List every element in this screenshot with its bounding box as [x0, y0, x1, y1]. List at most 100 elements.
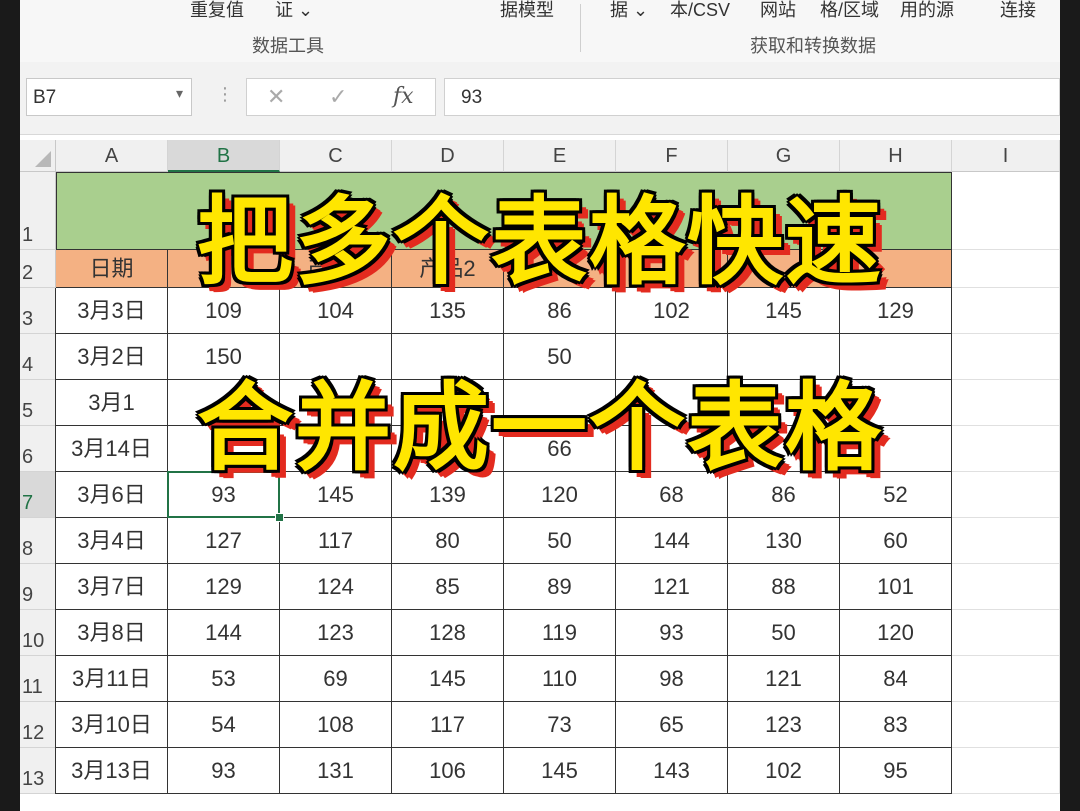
- table-left-border: [55, 748, 56, 794]
- row-header[interactable]: 9: [20, 564, 56, 610]
- row-number: 10: [22, 630, 45, 652]
- table-cell[interactable]: 117: [392, 702, 504, 748]
- row-header[interactable]: 13: [20, 748, 56, 794]
- table-cell[interactable]: 3月11日: [56, 656, 168, 702]
- table-cell[interactable]: 65: [616, 702, 728, 748]
- table-cell[interactable]: 69: [280, 656, 392, 702]
- table-cell[interactable]: 131: [280, 748, 392, 794]
- name-box[interactable]: B7 ▾: [26, 78, 192, 116]
- row-number: 3: [22, 308, 34, 330]
- overlay-title-line2: 合并成一个表格: [197, 372, 883, 484]
- table-left-border: [55, 518, 56, 564]
- table-cell[interactable]: 95: [840, 748, 952, 794]
- table-cell[interactable]: 110: [504, 656, 616, 702]
- table-cell[interactable]: 3月4日: [56, 518, 168, 564]
- drag-handle-icon[interactable]: ⋮: [216, 84, 234, 105]
- ribbon-recent-sources[interactable]: 用的源: [900, 0, 954, 22]
- table-cell[interactable]: 101: [840, 564, 952, 610]
- row-number: 13: [22, 768, 45, 790]
- table-cell[interactable]: 144: [168, 610, 280, 656]
- ribbon-get-data[interactable]: 据 ⌄: [610, 0, 648, 22]
- table-cell[interactable]: 53: [168, 656, 280, 702]
- empty-cell[interactable]: [952, 610, 1060, 656]
- table-cell[interactable]: 60: [840, 518, 952, 564]
- table-cell[interactable]: 123: [280, 610, 392, 656]
- empty-cell[interactable]: [952, 564, 1060, 610]
- table-cell[interactable]: 123: [728, 702, 840, 748]
- row-number: 9: [22, 584, 34, 606]
- row-header[interactable]: 10: [20, 610, 56, 656]
- ribbon-group-get-transform: 获取和转换数据: [750, 36, 876, 56]
- empty-cell[interactable]: [952, 518, 1060, 564]
- table-cell[interactable]: 89: [504, 564, 616, 610]
- row-number: 11: [22, 676, 43, 698]
- ribbon-data-validation[interactable]: 证 ⌄: [275, 0, 313, 22]
- table-cell[interactable]: 121: [616, 564, 728, 610]
- table-cell[interactable]: 93: [616, 610, 728, 656]
- formula-bar: B7 ▾ ⋮ ✕ ✓ fx 93: [20, 62, 1060, 135]
- table-cell[interactable]: 84: [840, 656, 952, 702]
- ribbon-data-model[interactable]: 据模型: [500, 0, 554, 22]
- formula-input[interactable]: 93: [444, 78, 1060, 116]
- empty-cell[interactable]: [952, 748, 1060, 794]
- row-header[interactable]: 12: [20, 702, 56, 748]
- ribbon-from-csv[interactable]: 本/CSV: [670, 0, 730, 22]
- table-cell[interactable]: 50: [728, 610, 840, 656]
- ribbon-group-data-tools: 数据工具: [252, 36, 324, 56]
- chevron-down-icon[interactable]: ▾: [176, 85, 183, 102]
- row-number: 8: [22, 538, 34, 560]
- table-left-border: [55, 656, 56, 702]
- table-cell[interactable]: 50: [504, 518, 616, 564]
- name-box-value: B7: [33, 87, 57, 108]
- table-cell[interactable]: 143: [616, 748, 728, 794]
- table-cell[interactable]: 85: [392, 564, 504, 610]
- ribbon-from-web[interactable]: 网站: [760, 0, 796, 22]
- ribbon-separator: [580, 4, 581, 52]
- table-cell[interactable]: 117: [280, 518, 392, 564]
- table-cell[interactable]: 145: [504, 748, 616, 794]
- formula-value: 93: [461, 87, 483, 108]
- empty-cell[interactable]: [952, 702, 1060, 748]
- table-cell[interactable]: 3月10日: [56, 702, 168, 748]
- table-left-border: [55, 610, 56, 656]
- table-cell[interactable]: 80: [392, 518, 504, 564]
- ribbon-remove-duplicates[interactable]: 重复值: [190, 0, 244, 22]
- table-cell[interactable]: 98: [616, 656, 728, 702]
- table-cell[interactable]: 54: [168, 702, 280, 748]
- table-left-border: [55, 564, 56, 610]
- table-cell[interactable]: 102: [728, 748, 840, 794]
- row-header[interactable]: 11: [20, 656, 56, 702]
- table-cell[interactable]: 3月8日: [56, 610, 168, 656]
- ribbon: 重复值 证 ⌄ 据模型 据 ⌄ 本/CSV 网站 格/区域 用的源 连接 数据工…: [20, 0, 1060, 63]
- overlay-title-line1: 把多个表格快速: [197, 186, 883, 298]
- table-cell[interactable]: 93: [168, 748, 280, 794]
- enter-icon[interactable]: ✓: [329, 84, 347, 110]
- table-cell[interactable]: 106: [392, 748, 504, 794]
- cancel-icon[interactable]: ✕: [267, 84, 285, 110]
- table-cell[interactable]: 3月7日: [56, 564, 168, 610]
- table-left-border: [55, 702, 56, 748]
- table-cell[interactable]: 144: [616, 518, 728, 564]
- table-cell[interactable]: 108: [280, 702, 392, 748]
- fill-handle[interactable]: [275, 513, 284, 522]
- table-cell[interactable]: 120: [840, 610, 952, 656]
- row-header[interactable]: 8: [20, 518, 56, 564]
- empty-cell[interactable]: [952, 656, 1060, 702]
- insert-function-icon[interactable]: fx: [393, 84, 414, 109]
- table-cell[interactable]: 124: [280, 564, 392, 610]
- ribbon-from-table[interactable]: 格/区域: [820, 0, 879, 22]
- table-cell[interactable]: 119: [504, 610, 616, 656]
- table-cell[interactable]: 128: [392, 610, 504, 656]
- table-cell[interactable]: 129: [168, 564, 280, 610]
- row-number: 7: [22, 492, 34, 514]
- table-cell[interactable]: 83: [840, 702, 952, 748]
- table-cell[interactable]: 88: [728, 564, 840, 610]
- table-cell[interactable]: 130: [728, 518, 840, 564]
- ribbon-connections[interactable]: 连接: [1000, 0, 1036, 22]
- table-cell[interactable]: 3月13日: [56, 748, 168, 794]
- table-cell[interactable]: 127: [168, 518, 280, 564]
- table-cell[interactable]: 73: [504, 702, 616, 748]
- row-number: 12: [22, 722, 45, 744]
- table-cell[interactable]: 121: [728, 656, 840, 702]
- table-cell[interactable]: 145: [392, 656, 504, 702]
